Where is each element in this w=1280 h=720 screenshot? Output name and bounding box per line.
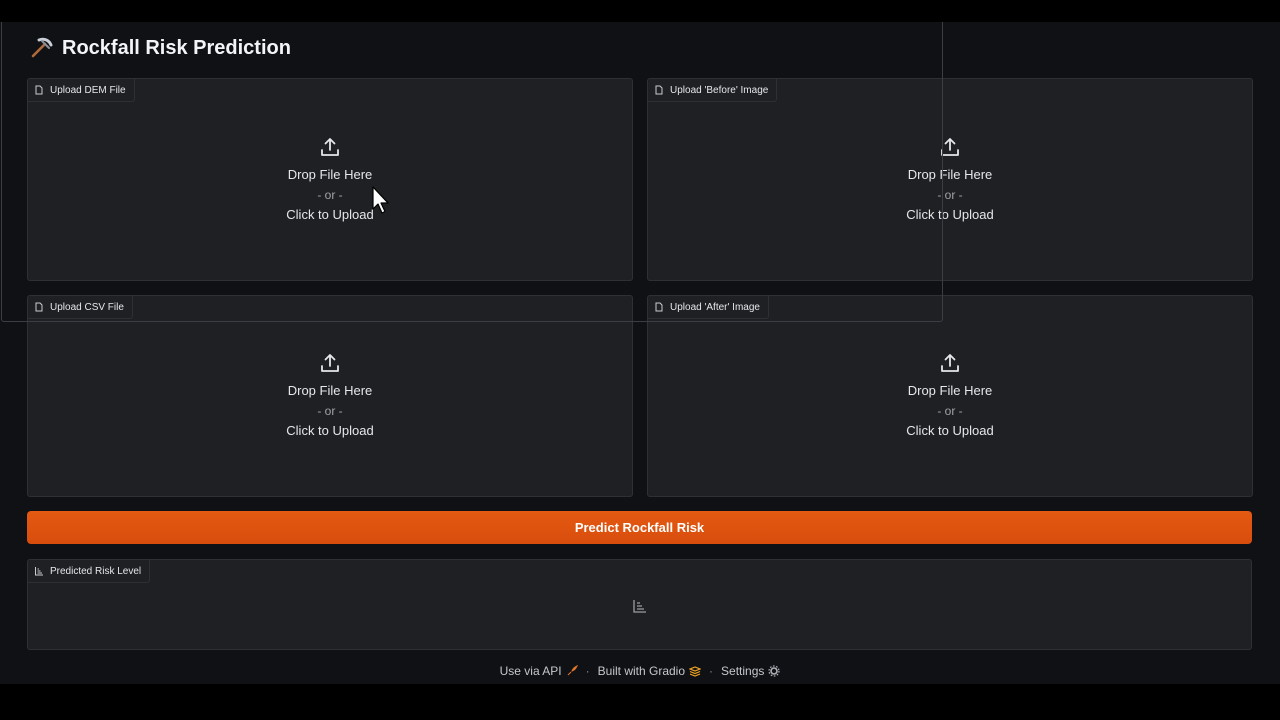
click-to-upload-text: Click to Upload <box>906 423 994 438</box>
file-icon <box>35 85 43 95</box>
drop-file-text: Drop File Here <box>907 383 993 398</box>
file-icon <box>655 302 663 312</box>
upload-after-image-dropzone[interactable]: Drop File Here - or - Click to Upload <box>648 318 1252 496</box>
chart-placeholder-icon <box>632 600 646 613</box>
upload-csv-dropzone[interactable]: Drop File Here - or - Click to Upload <box>28 318 632 496</box>
click-to-upload-text: Click to Upload <box>906 206 994 222</box>
upload-csv-label: Upload CSV File <box>28 296 133 319</box>
click-to-upload-text: Click to Upload <box>286 206 374 222</box>
upload-csv-panel: Upload CSV File Drop File Here - or - Cl… <box>27 295 633 497</box>
click-to-upload-text: Click to Upload <box>286 423 374 438</box>
file-icon <box>35 302 43 312</box>
or-text: - or - <box>937 404 963 418</box>
upload-before-image-label: Upload 'Before' Image <box>648 79 778 102</box>
footer-separator: · <box>709 664 714 678</box>
file-icon <box>655 85 663 95</box>
upload-dem-label: Upload DEM File <box>28 79 135 102</box>
upload-after-image-panel: Upload 'After' Image Drop File Here - or… <box>647 295 1253 497</box>
or-text: - or - <box>317 187 343 202</box>
footer-separator: · <box>585 664 590 678</box>
page-title-text: Rockfall Risk Prediction <box>62 36 291 59</box>
drop-file-text: Drop File Here <box>907 166 993 182</box>
chart-icon <box>35 567 43 576</box>
use-via-api-link[interactable]: Use via API <box>500 664 578 678</box>
upload-icon <box>941 354 959 372</box>
rocket-icon <box>567 665 578 676</box>
pickaxe-icon <box>31 37 53 58</box>
predicted-risk-level-label: Predicted Risk Level <box>28 560 151 583</box>
drop-file-text: Drop File Here <box>287 166 373 182</box>
footer: Use via API · Built with Gradio · Settin… <box>0 664 1280 678</box>
built-with-gradio-link[interactable]: Built with Gradio <box>598 664 702 678</box>
predicted-risk-level-panel: Predicted Risk Level <box>27 559 1252 650</box>
upload-dem-panel: Upload DEM File Drop File Here - or - Cl… <box>27 78 633 281</box>
or-text: - or - <box>937 187 963 202</box>
upload-before-image-dropzone[interactable]: Drop File Here - or - Click to Upload <box>648 101 1252 280</box>
drop-file-text: Drop File Here <box>287 383 373 398</box>
upload-after-image-label: Upload 'After' Image <box>648 296 769 319</box>
gradio-logo-icon <box>689 666 702 677</box>
page-title: Rockfall Risk Prediction <box>30 36 291 60</box>
settings-link[interactable]: Settings <box>721 664 780 678</box>
upload-icon <box>941 137 959 156</box>
upload-icon <box>321 354 339 372</box>
upload-dem-dropzone[interactable]: Drop File Here - or - Click to Upload <box>28 101 632 280</box>
upload-icon <box>321 137 339 156</box>
upload-before-image-panel: Upload 'Before' Image Drop File Here - o… <box>647 78 1253 281</box>
predict-rockfall-risk-button[interactable]: Predict Rockfall Risk <box>27 511 1252 544</box>
gear-icon <box>768 665 780 677</box>
mouse-cursor-icon <box>372 186 389 214</box>
or-text: - or - <box>317 404 343 418</box>
